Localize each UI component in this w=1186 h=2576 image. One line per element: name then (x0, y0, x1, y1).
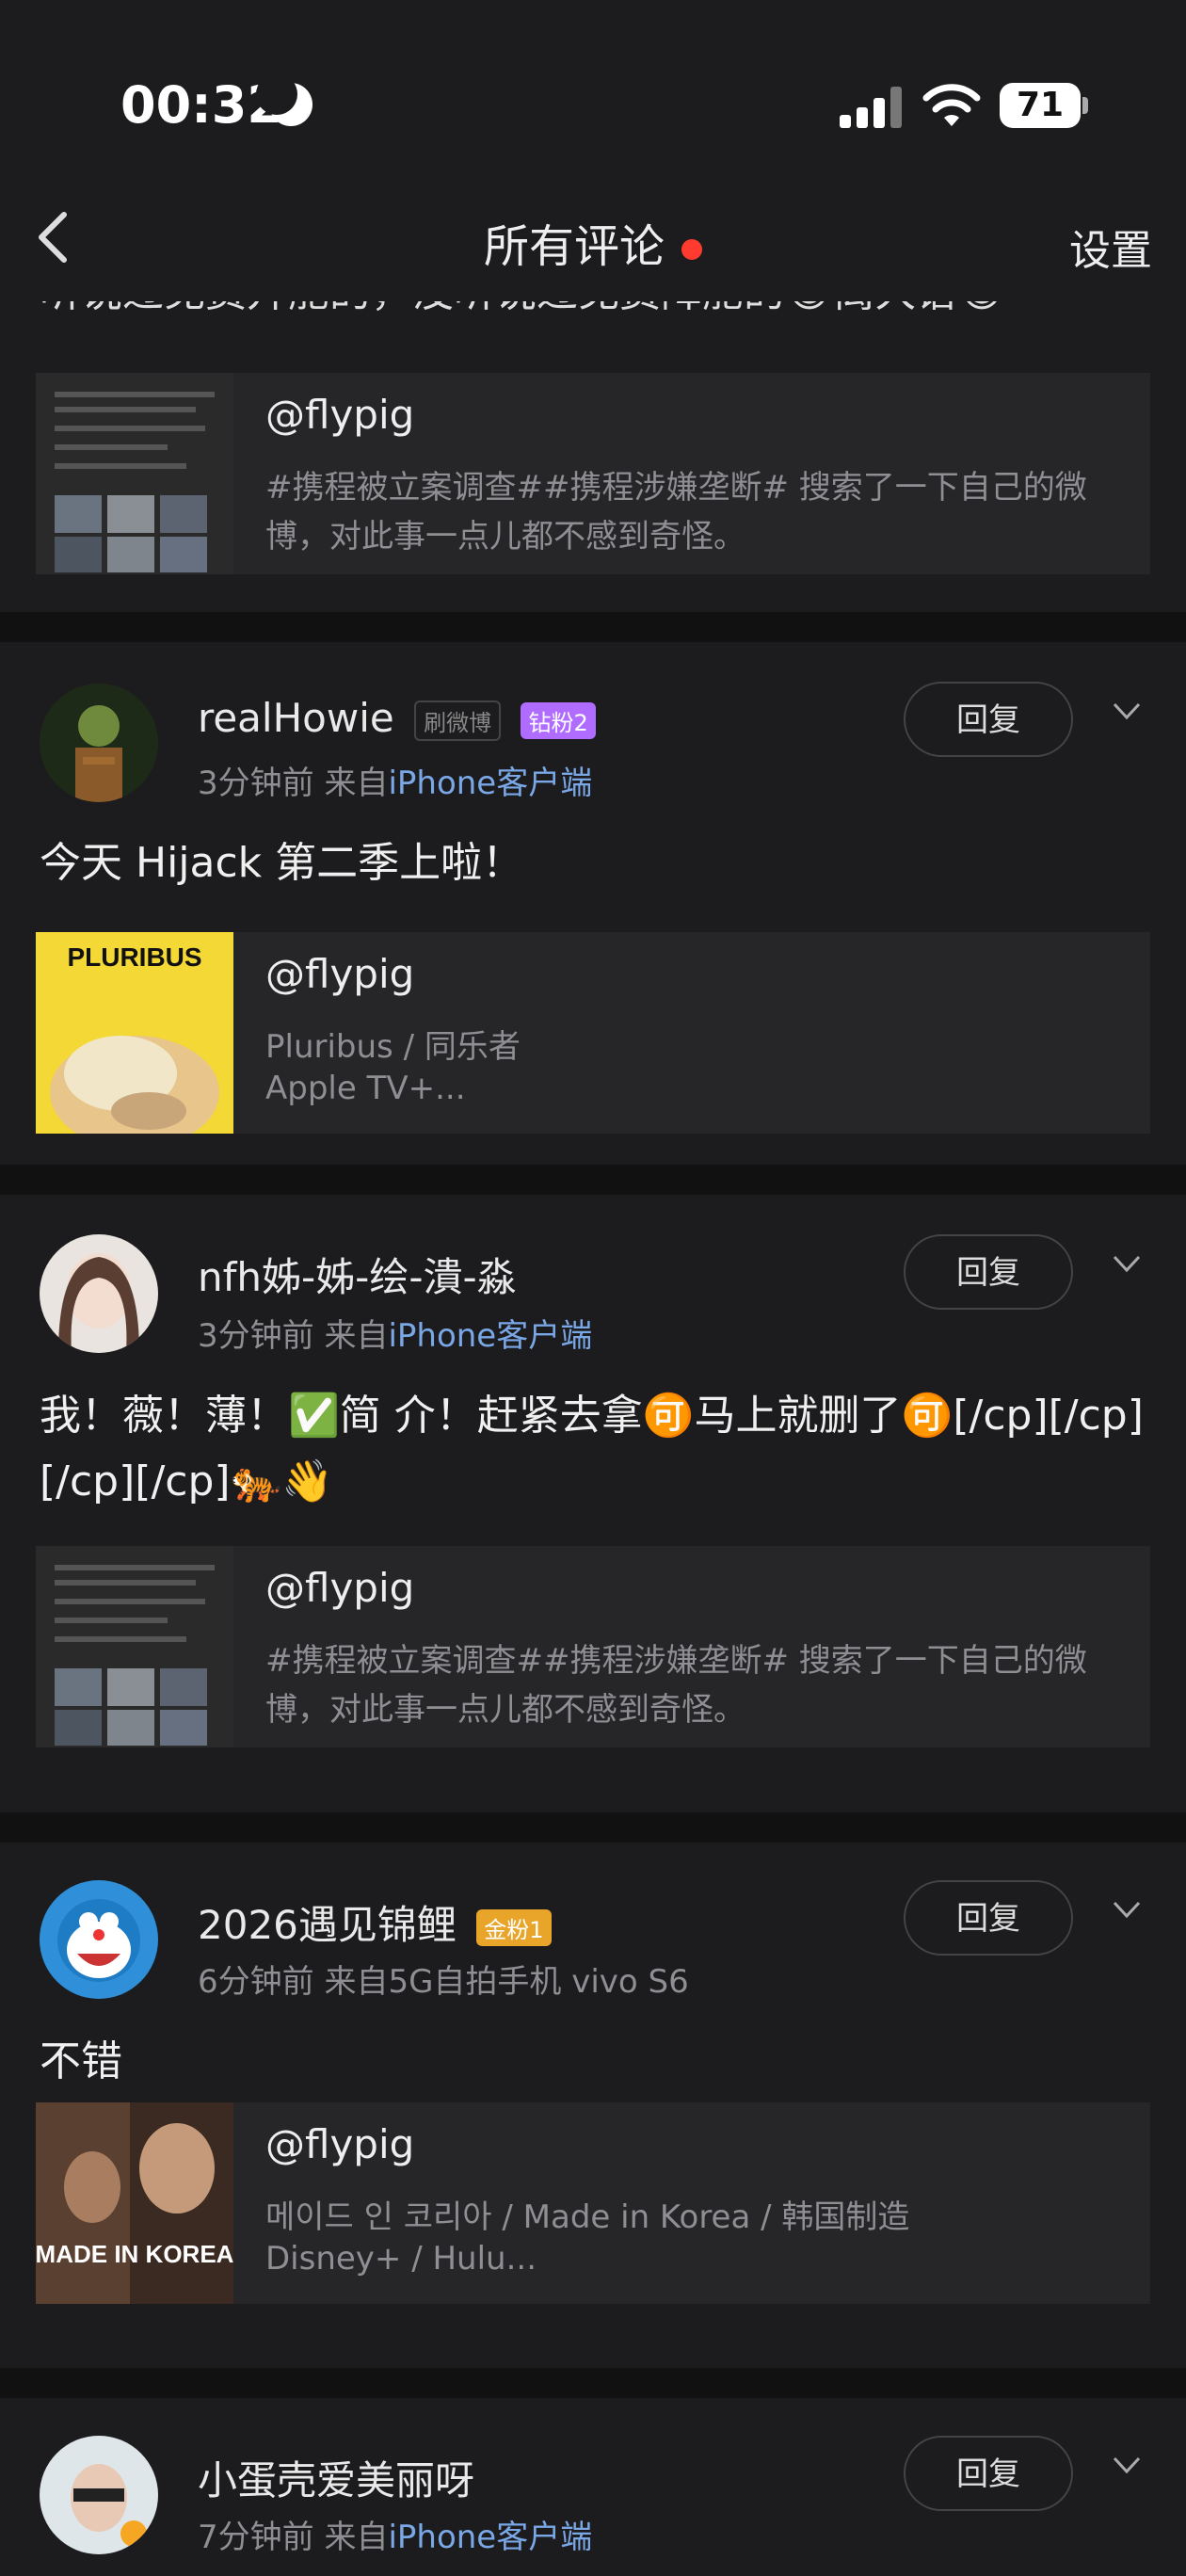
comment-meta: 7分钟前 来自iPhone客户端 (198, 2511, 592, 2557)
comment-card: 小蛋壳爱美丽呀 7分钟前 来自iPhone客户端 回复 (0, 2398, 1186, 2576)
chevron-down-icon[interactable] (1111, 1248, 1143, 1280)
shared-post-text-line: 메이드 인 코리아 / Made in Korea / 韩国制造 (265, 2198, 910, 2236)
comment-time: 6分钟前 (198, 1963, 314, 2001)
avatar[interactable] (40, 1880, 158, 1999)
reply-button[interactable]: 回复 (904, 682, 1073, 757)
comment-source-link[interactable]: iPhone客户端 (388, 1317, 592, 1355)
reply-button[interactable]: 回复 (904, 2436, 1073, 2511)
weibo-badge: 刷微博 (414, 700, 502, 741)
fan-level-badge: 钻粉2 (521, 702, 596, 739)
unread-dot-icon (681, 239, 702, 260)
wifi-icon (922, 84, 981, 126)
shared-post-thumbnail: MADE IN KOREA (36, 2102, 233, 2304)
divider (0, 2368, 1186, 2398)
comment-username-row: realHowie 刷微博 钻粉2 (198, 695, 596, 741)
comment-username-row: 2026遇见锦鲤 金粉1 (198, 1893, 552, 1951)
comment-source-link[interactable]: iPhone客户端 (388, 2519, 592, 2556)
shared-post-author: @flypig (265, 1565, 415, 1611)
shared-post-card[interactable]: MADE IN KOREA @flypig 메이드 인 코리아 / Made i… (36, 2102, 1150, 2304)
comment-card: 2026遇见锦鲤 金粉1 6分钟前 来自5G自拍手机 vivo S6 回复 不错… (0, 1843, 1186, 2368)
comment-from-label: 来自 (324, 1317, 389, 1355)
battery-tip (1082, 97, 1088, 114)
comment-meta: 6分钟前 来自5G自拍手机 vivo S6 (198, 1956, 689, 2002)
comment-card: nfh姊-姊-绘-潰-淼 3分钟前 来自iPhone客户端 回复 我！薇！薄！✅… (0, 1195, 1186, 1812)
comment-card: realHowie 刷微博 钻粉2 3分钟前 来自iPhone客户端 回复 今天… (0, 642, 1186, 1165)
moon-icon (256, 73, 313, 126)
shared-post-text-line: 博，对此事一点儿都不感到奇怪。 (265, 1691, 745, 1729)
avatar[interactable] (40, 684, 158, 802)
comment-text: 不错 (40, 2037, 122, 2085)
avatar[interactable] (40, 1234, 158, 1353)
divider (0, 1165, 1186, 1195)
comment-from-label: 来自 (324, 2519, 389, 2556)
page-title-text: 所有评论 (483, 220, 665, 273)
comment-from-label: 来自 (324, 765, 389, 802)
shared-post-card[interactable]: @flypig #携程被立案调查##携程涉嫌垄断# 搜索了一下自己的微 博，对此… (36, 373, 1150, 574)
shared-post-thumbnail: PLURIBUS (36, 932, 233, 1134)
comment-username[interactable]: 小蛋壳爱美丽呀 (198, 2449, 474, 2506)
shared-post-text-line: #携程被立案调查##携程涉嫌垄断# 搜索了一下自己的微 (265, 469, 1087, 507)
reply-button[interactable]: 回复 (904, 1880, 1073, 1956)
shared-post-author: @flypig (265, 2121, 415, 2167)
thumbnail-title: MADE IN KOREA (36, 2240, 233, 2268)
comment-source: 5G自拍手机 vivo S6 (388, 1963, 689, 2001)
shared-post-text-line: 博，对此事一点儿都不感到奇怪。 (265, 518, 745, 555)
fan-level-badge: 金粉1 (476, 1909, 552, 1946)
thumbnail-title: PLURIBUS (67, 942, 201, 972)
comment-from-label: 来自 (324, 1963, 389, 2001)
cellular-signal-icon (840, 87, 906, 128)
shared-post-thumbnail (36, 1546, 233, 1747)
comment-username[interactable]: realHowie (198, 695, 394, 741)
comment-text: 我！薇！薄！✅简 介！赶紧去拿🉑马上就删了🉑[/cp][/cp][/cp][/c… (40, 1392, 1144, 1505)
shared-post-text-line: #携程被立案调查##携程涉嫌垄断# 搜索了一下自己的微 (265, 1642, 1087, 1680)
chevron-down-icon[interactable] (1111, 2449, 1143, 2481)
settings-button[interactable]: 设置 (1069, 217, 1152, 277)
shared-post-card[interactable]: PLURIBUS @flypig Pluribus / 同乐者 Apple TV… (36, 932, 1150, 1134)
shared-post-author: @flypig (265, 392, 415, 438)
chevron-down-icon[interactable] (1111, 1893, 1143, 1925)
chevron-down-icon[interactable] (1111, 695, 1143, 727)
shared-post-thumbnail (36, 373, 233, 574)
divider (0, 1812, 1186, 1843)
shared-post-card[interactable]: @flypig #携程被立案调查##携程涉嫌垄断# 搜索了一下自己的微 博，对此… (36, 1546, 1150, 1747)
shared-post-text-line: Disney+ / Hulu... (265, 2240, 537, 2278)
shared-post-text-line: Pluribus / 同乐者 (265, 1028, 521, 1066)
comment-source-link[interactable]: iPhone客户端 (388, 765, 592, 802)
status-bar: 00:32 71 (0, 0, 1186, 198)
comment-text: 今天 Hijack 第二季上啦！ (40, 839, 524, 887)
shared-post-text-line: Apple TV+... (265, 1070, 466, 1107)
comment-meta: 3分钟前 来自iPhone客户端 (198, 1310, 592, 1356)
comment-username[interactable]: nfh姊-姊-绘-潰-淼 (198, 1246, 517, 1303)
divider (0, 612, 1186, 642)
comment-username[interactable]: 2026遇见锦鲤 (198, 1902, 457, 1948)
comment-time: 3分钟前 (198, 765, 314, 802)
battery-indicator: 71 (1000, 83, 1081, 128)
shared-post-author: @flypig (265, 951, 415, 997)
avatar[interactable] (40, 2436, 158, 2554)
page-title: 所有评论 (0, 209, 1186, 275)
comment-time: 7分钟前 (198, 2519, 314, 2556)
reply-button[interactable]: 回复 (904, 1234, 1073, 1310)
comment-time: 3分钟前 (198, 1317, 314, 1355)
comment-meta: 3分钟前 来自iPhone客户端 (198, 757, 592, 803)
nav-bar: 所有评论 设置 (0, 188, 1186, 301)
